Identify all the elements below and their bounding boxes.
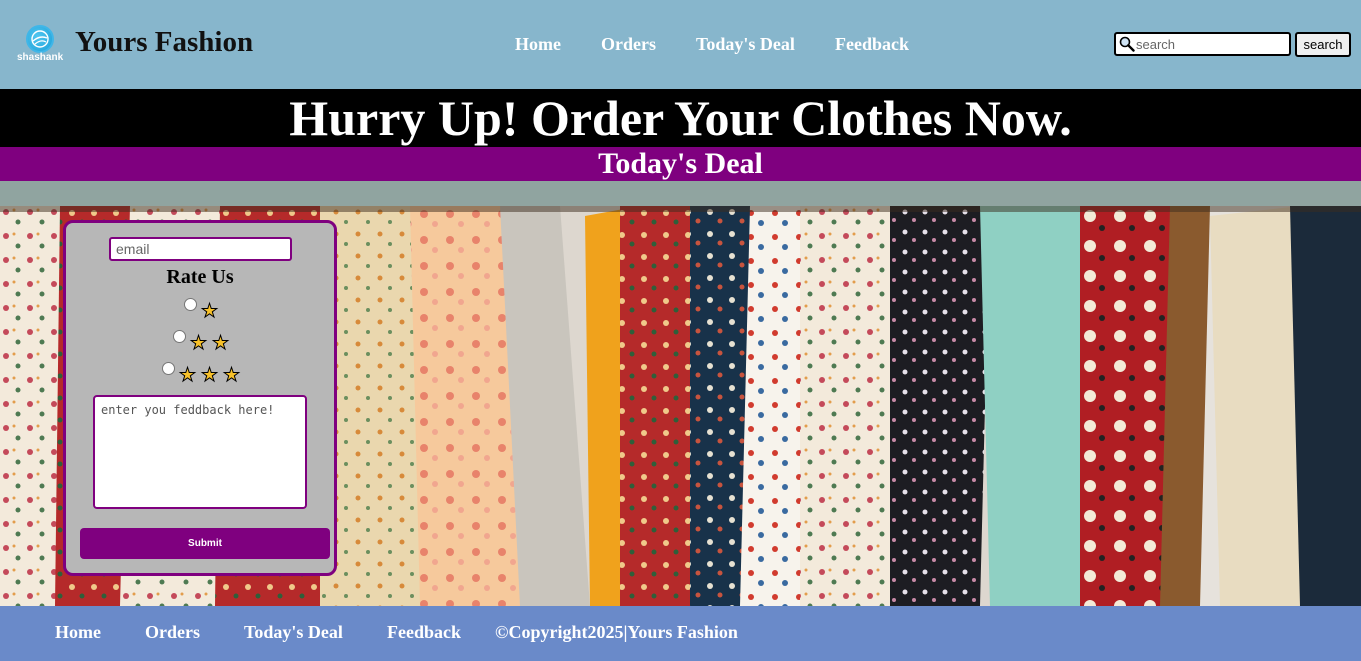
submit-button[interactable]: Submit — [80, 528, 330, 559]
nav-orders[interactable]: Orders — [601, 34, 656, 55]
footer-nav-home[interactable]: Home — [55, 622, 101, 643]
search-box[interactable] — [1114, 32, 1291, 56]
logo-text: shashank — [17, 52, 64, 63]
magnifier-icon — [1119, 36, 1135, 52]
site-logo[interactable]: shashank — [16, 24, 66, 68]
search-input[interactable] — [1136, 35, 1286, 53]
rating-radio-1[interactable] — [184, 298, 197, 311]
star-icon: ★ — [200, 364, 219, 386]
star-icon: ★ — [222, 364, 241, 386]
star-icon: ★ — [200, 300, 219, 322]
rating-radio-2[interactable] — [173, 330, 186, 343]
star-icon: ★ — [178, 364, 197, 386]
star-icon: ★ — [211, 332, 230, 354]
search-button[interactable]: search — [1295, 32, 1351, 57]
copyright-text: ©Copyright2025|Yours Fashion — [495, 622, 738, 642]
brand-title: Yours Fashion — [75, 26, 254, 58]
rating-radio-3[interactable] — [162, 362, 175, 375]
deal-banner: Today's Deal — [0, 147, 1361, 181]
site-header: shashank Yours Fashion Home Orders Today… — [0, 0, 1361, 89]
rate-us-heading: Rate Us — [166, 266, 234, 288]
star-icon: ★ — [189, 332, 208, 354]
footer-nav-todays-deal[interactable]: Today's Deal — [244, 622, 343, 643]
nav-home[interactable]: Home — [515, 34, 561, 55]
nav-todays-deal[interactable]: Today's Deal — [696, 34, 795, 55]
footer-nav-orders[interactable]: Orders — [145, 622, 200, 643]
globe-icon — [26, 25, 54, 53]
footer-nav-feedback[interactable]: Feedback — [387, 622, 461, 643]
feedback-textarea[interactable] — [93, 395, 307, 509]
email-field[interactable] — [109, 237, 292, 261]
divider-strip — [0, 181, 1361, 206]
nav-feedback[interactable]: Feedback — [835, 34, 909, 55]
site-footer: Home Orders Today's Deal Feedback ©Copyr… — [0, 606, 1361, 661]
headline-banner: Hurry Up! Order Your Clothes Now. — [0, 89, 1361, 147]
